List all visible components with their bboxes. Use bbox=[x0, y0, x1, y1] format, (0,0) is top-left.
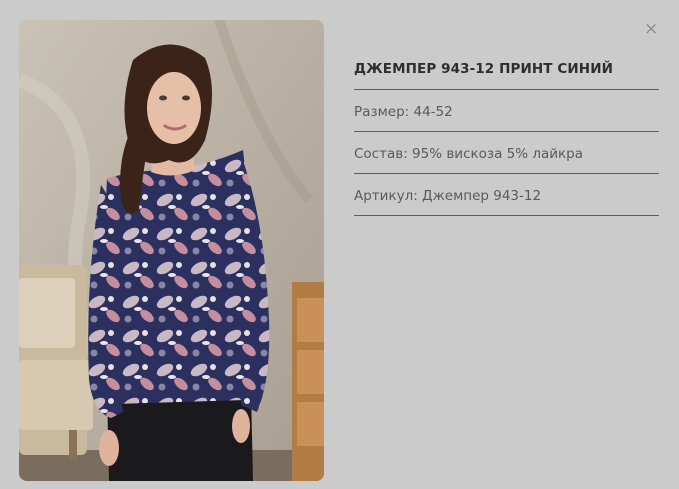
product-composition: Состав: 95% вискоза 5% лайкра bbox=[354, 132, 659, 174]
product-photo bbox=[19, 20, 324, 481]
close-icon[interactable]: × bbox=[644, 21, 658, 38]
product-article: Артикул: Джемпер 943-12 bbox=[354, 174, 659, 216]
product-size: Размер: 44-52 bbox=[354, 90, 659, 132]
product-title: ДЖЕМПЕР 943-12 ПРИНТ СИНИЙ bbox=[354, 60, 659, 90]
product-info: ДЖЕМПЕР 943-12 ПРИНТ СИНИЙ Размер: 44-52… bbox=[354, 60, 659, 216]
